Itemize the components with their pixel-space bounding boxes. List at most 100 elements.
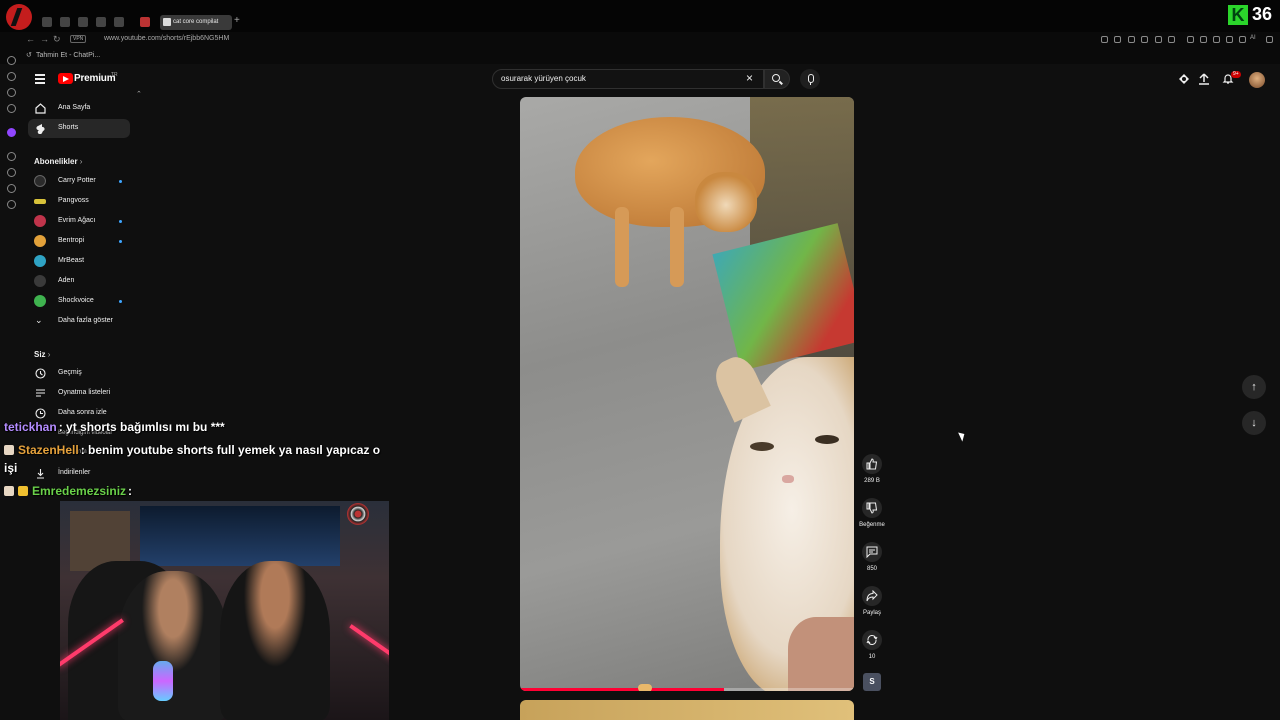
subscription-item[interactable]: MrBeast [28,252,130,271]
cast-icon[interactable] [1178,73,1190,85]
downloads-icon [37,469,44,479]
bookmark-item[interactable]: Tahmin Et - ChatPi... [26,51,100,59]
comments-button[interactable]: 850 [860,542,884,572]
chat-username: Emredemezsiniz [32,484,127,498]
twitch-icon[interactable] [7,128,16,137]
sidebar-app-icon[interactable] [7,184,16,193]
ai-button[interactable]: AI [1250,35,1256,41]
chat-badge-icon [4,486,14,496]
you-section-title[interactable]: Siz [34,350,50,359]
tab-favicon[interactable] [78,17,88,27]
channel-name: Bentropi [58,237,85,244]
channel-name: Evrim Ağacı [58,217,96,224]
new-content-dot [119,240,122,243]
url-field[interactable]: www.youtube.com/shorts/rEjbb6NG5HM [104,35,229,42]
subscription-item[interactable]: Bentropi [28,232,130,251]
avatar[interactable] [1249,72,1265,88]
voice-search-button[interactable] [800,69,820,89]
sidebar-item-downloads[interactable]: İndirilenler [28,464,130,483]
sidebar-app-icon[interactable] [7,56,16,65]
sidebar-item-label: Ana Sayfa [58,104,91,111]
new-tab-button[interactable]: + [234,15,240,26]
subscription-item[interactable]: Evrim Ağacı [28,212,130,231]
sidebar-item-home[interactable]: Ana Sayfa [28,99,130,118]
subscription-item[interactable]: Pangvoss [28,192,130,211]
notification-badge: 9+ [1231,71,1241,78]
chat-text: : benim youtube shorts full yemek ya nas… [80,443,381,457]
next-short-preview[interactable] [520,700,854,720]
youtube-logo-icon[interactable] [58,73,73,84]
settings-icon[interactable] [7,200,16,209]
short-video-player[interactable] [520,97,854,691]
reload-icon[interactable]: ↻ [53,34,61,45]
subscription-item[interactable]: Carry Potter [28,172,130,191]
sidebar-app-icon[interactable] [7,152,16,161]
dislike-button[interactable]: Beğenme [859,498,885,528]
subscriptions-title[interactable]: Abonelikler [34,157,82,166]
previous-short-button[interactable]: ↑ [1242,375,1266,399]
dislike-label: Beğenme [859,522,885,528]
sidebar-toggle-icon[interactable] [1266,36,1273,43]
screenshot-icon[interactable] [1114,36,1121,43]
extension-icon[interactable] [1213,36,1220,43]
new-content-dot [119,220,122,223]
channel-thumbnail[interactable]: S [863,673,881,691]
extension-icon[interactable] [1226,36,1233,43]
tab-favicon[interactable] [140,17,150,27]
extension-icon[interactable] [1239,36,1246,43]
tab-favicon[interactable] [60,17,70,27]
upload-icon[interactable] [1198,73,1210,85]
channel-avatar [34,215,46,227]
share-label: Paylaş [862,610,881,616]
sidebar-app-icon[interactable] [7,88,16,97]
play-icon[interactable] [1155,36,1162,43]
extension-icon[interactable] [1200,36,1207,43]
sidebar-item-shorts[interactable]: Shorts [28,119,130,138]
shield-icon[interactable] [1128,36,1135,43]
back-icon[interactable]: ← [26,34,35,44]
vpn-badge[interactable]: VPN [70,35,87,43]
browser-side-strip [0,48,22,228]
next-short-button[interactable]: ↓ [1242,411,1266,435]
history-icon [35,368,46,379]
clear-search-icon[interactable]: × [746,71,753,85]
tab-favicon[interactable] [114,17,124,27]
scroll-up-icon[interactable]: ⌃ [136,90,142,98]
share-button[interactable]: Paylaş [860,586,884,616]
sidebar-app-icon[interactable] [7,104,16,113]
search-button[interactable] [764,69,790,89]
streamer-webcam [60,501,389,720]
like-button[interactable]: 289 B [860,454,884,484]
heart-icon[interactable] [1168,36,1175,43]
progress-scrubber-handle[interactable] [638,684,652,691]
channel-name: Carry Potter [58,177,96,184]
extension-icon[interactable] [1141,36,1148,43]
stream-logo-icon [6,4,32,30]
video-progress-bar[interactable] [520,688,854,691]
show-more-button[interactable]: ⌄ Daha fazla göster [28,312,130,331]
sidebar-app-icon[interactable] [7,72,16,81]
youtube-premium-label[interactable]: Premium [74,73,116,84]
forward-icon[interactable]: → [40,34,49,44]
tab-favicon[interactable] [42,17,52,27]
chevron-down-icon: ⌄ [35,315,43,325]
comment-icon [866,546,878,558]
sidebar-item-label: Daha sonra izle [58,409,107,416]
share-icon [866,590,878,602]
subscription-item[interactable]: Shockvoice [28,292,130,311]
search-input[interactable]: osurarak yürüyen çocuk [501,74,586,83]
bookmark-icon[interactable] [1101,36,1108,43]
history-icon[interactable] [7,168,16,177]
extension-icon[interactable] [1187,36,1194,43]
tab-favicon[interactable] [96,17,106,27]
country-code: TR [111,72,118,78]
sidebar-item-history[interactable]: Geçmiş [28,364,130,383]
video-frame-hand [788,617,854,691]
chat-message: StazenHell: benim youtube shorts full ye… [4,443,380,457]
sidebar-item-playlists[interactable]: Oynatma listeleri [28,384,130,403]
remix-button[interactable]: 10 [860,630,884,660]
subscription-item[interactable]: Aden [28,272,130,291]
menu-icon[interactable] [35,74,45,84]
active-tab[interactable]: cat core compilat [160,15,232,30]
chat-text: işi [4,461,18,475]
